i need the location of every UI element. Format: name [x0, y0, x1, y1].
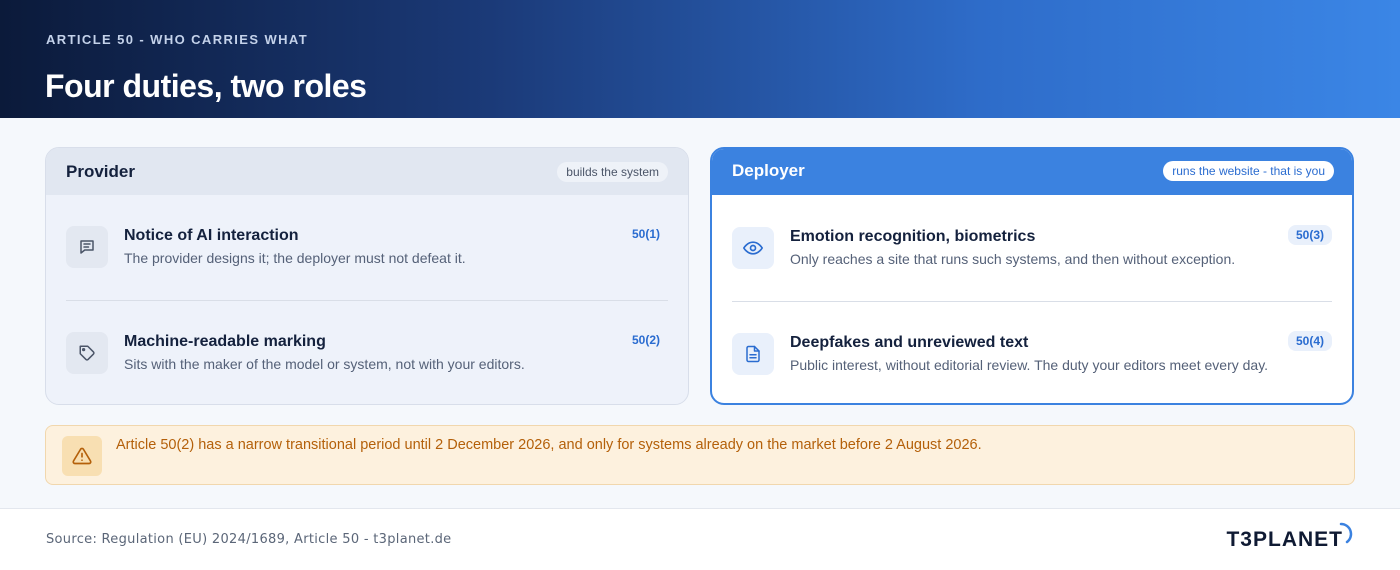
duty-title: Deepfakes and unreviewed text: [790, 334, 1029, 351]
header-banner: ARTICLE 50 - WHO CARRIES WHAT Four dutie…: [0, 0, 1400, 118]
duty-item-ai-interaction: Notice of AI interaction The provider de…: [66, 196, 668, 301]
provider-title: Provider: [66, 161, 135, 181]
warning-icon: [62, 436, 102, 476]
chat-icon: [66, 226, 108, 268]
source-citation: Source: Regulation (EU) 2024/1689, Artic…: [46, 532, 452, 547]
provider-role-badge: builds the system: [557, 161, 668, 182]
article-reference: 50(1): [631, 227, 660, 241]
duty-item-emotion-recognition: Emotion recognition, biometrics Only rea…: [732, 197, 1332, 302]
article-reference: 50(2): [631, 333, 660, 347]
deployer-card-header: Deployer runs the website - that is you: [712, 149, 1352, 195]
article-reference: 50(3): [1287, 225, 1332, 245]
duty-title: Machine-readable marking: [124, 333, 326, 350]
duty-description: Public interest, without editorial revie…: [790, 357, 1269, 373]
t3planet-logo: T3PLANET: [1226, 522, 1355, 555]
deployer-card: Deployer runs the website - that is you …: [710, 147, 1354, 405]
duty-title: Emotion recognition, biometrics: [790, 228, 1036, 245]
deployer-title: Deployer: [732, 161, 805, 180]
note-text: Article 50(2) has a narrow transitional …: [116, 437, 982, 453]
duty-item-machine-marking: Machine-readable marking Sits with the m…: [66, 302, 668, 404]
duty-title: Notice of AI interaction: [124, 227, 299, 244]
eye-icon: [732, 227, 774, 269]
duty-description: Only reaches a site that runs such syste…: [790, 251, 1236, 267]
duty-item-deepfakes: Deepfakes and unreviewed text Public int…: [732, 303, 1332, 403]
provider-card: Provider builds the system Notice of AI …: [45, 147, 689, 405]
deployer-role-badge: runs the website - that is you: [1163, 161, 1334, 181]
duty-description: Sits with the maker of the model or syst…: [124, 356, 525, 372]
divider: [732, 301, 1332, 302]
tag-icon: [66, 332, 108, 374]
article-reference: 50(4): [1287, 331, 1332, 351]
transition-note: Article 50(2) has a narrow transitional …: [45, 425, 1355, 485]
footer: Source: Regulation (EU) 2024/1689, Artic…: [0, 508, 1400, 570]
provider-card-header: Provider builds the system: [46, 148, 688, 195]
document-icon: [732, 333, 774, 375]
header-eyebrow: ARTICLE 50 - WHO CARRIES WHAT: [46, 32, 309, 47]
divider: [66, 300, 668, 301]
page-title: Four duties, two roles: [45, 68, 367, 104]
duty-description: The provider designs it; the deployer mu…: [124, 250, 466, 266]
